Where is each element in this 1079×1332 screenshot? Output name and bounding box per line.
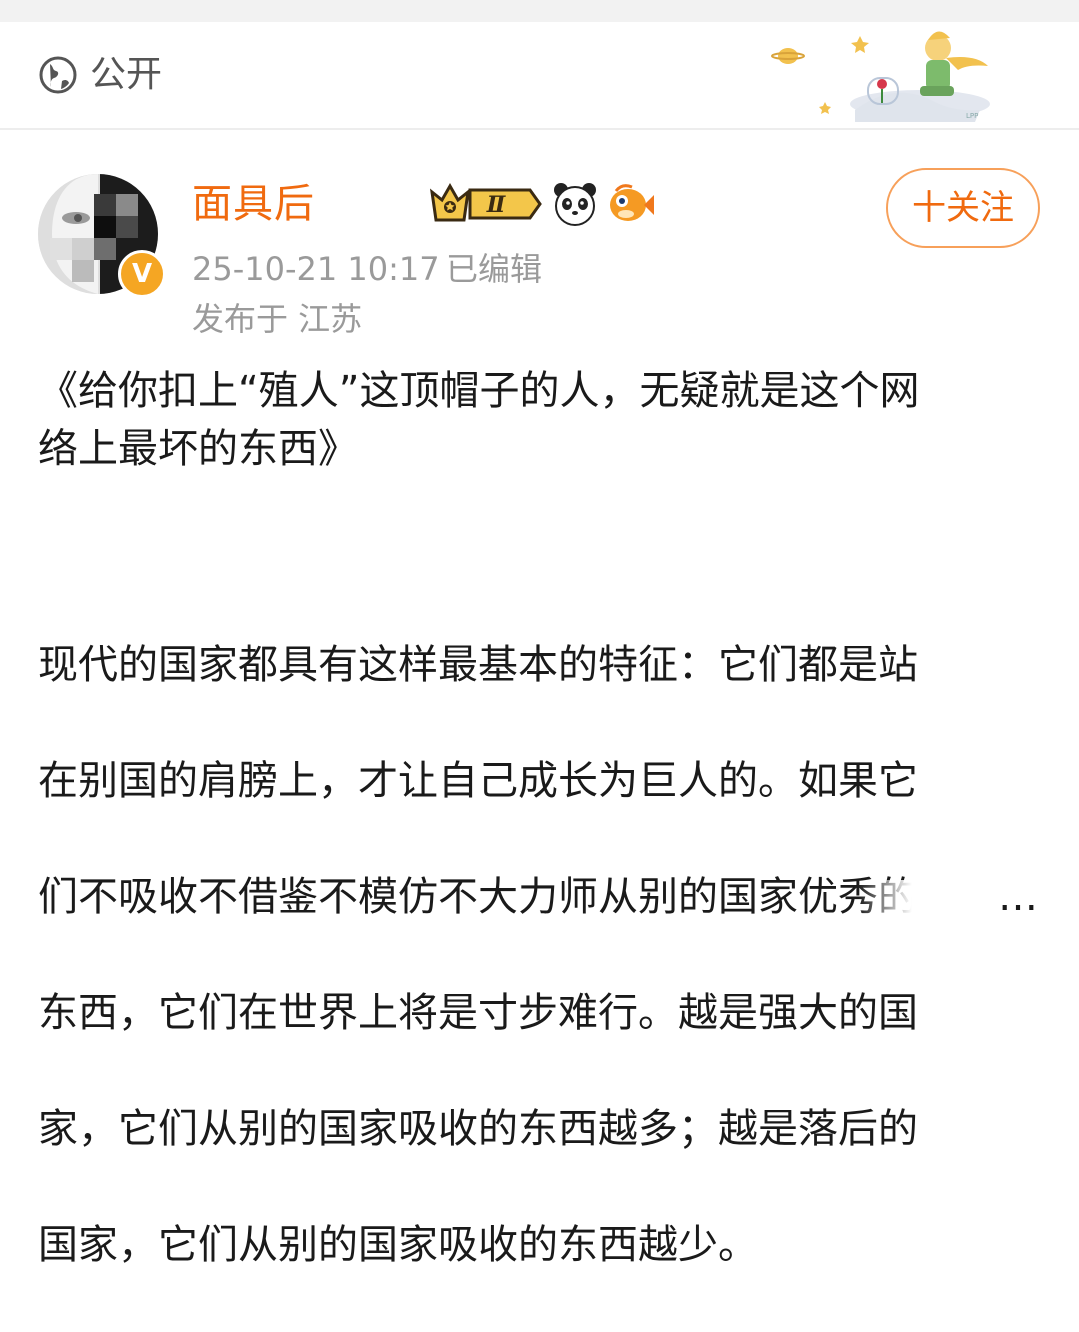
verified-icon: V <box>118 250 166 298</box>
top-strip <box>0 0 1079 22</box>
post-text: 现代的国家都具有这样最基本的特征：它们都是站 在别国的肩膀上，才让自己成长为巨人… <box>38 578 1038 1332</box>
globe-icon <box>39 56 77 94</box>
post-text-line: 国家，它们从别的国家吸收的东西越少。 <box>38 1222 758 1268</box>
post-title: 《给你扣上“殖人”这顶帽子的人，无疑就是这个网 络上最坏的东西》 <box>38 368 920 472</box>
post-text-line: 在别国的肩膀上，才让自己成长为巨人的。如果它 <box>38 758 918 804</box>
visibility-label[interactable]: 公开 <box>90 52 162 98</box>
fish-icon <box>610 184 654 221</box>
crown-level-icon: Ⅱ <box>429 182 542 222</box>
post-body[interactable]: 《给你扣上“殖人”这顶帽子的人，无疑就是这个网 络上最坏的东西》 现代的国家都具… <box>38 362 1038 1332</box>
follow-button[interactable]: 十关注 <box>886 168 1040 248</box>
post-location: 发布于 江苏 <box>192 300 363 338</box>
level-text: Ⅱ <box>486 192 507 218</box>
little-prince-illustration: LPP <box>771 31 990 122</box>
panda-icon <box>554 183 596 226</box>
edited-label[interactable]: 已编辑 <box>446 248 542 290</box>
username[interactable]: 面具后 <box>192 178 315 230</box>
post-text-line: 东西，它们在世界上将是寸步难行。越是强大的国 <box>38 990 918 1036</box>
post-text-line: 现代的国家都具有这样最基本的特征：它们都是站 <box>38 642 918 688</box>
post-timestamp: 25-10-21 10:17 <box>192 250 440 288</box>
more-ellipsis-text: … <box>998 874 1038 920</box>
more-ellipsis[interactable]: … <box>858 874 1038 920</box>
svg-text:LPP: LPP <box>966 112 978 120</box>
post-text-line: 家，它们从别的国家吸收的东西越多；越是落后的 <box>38 1106 918 1152</box>
